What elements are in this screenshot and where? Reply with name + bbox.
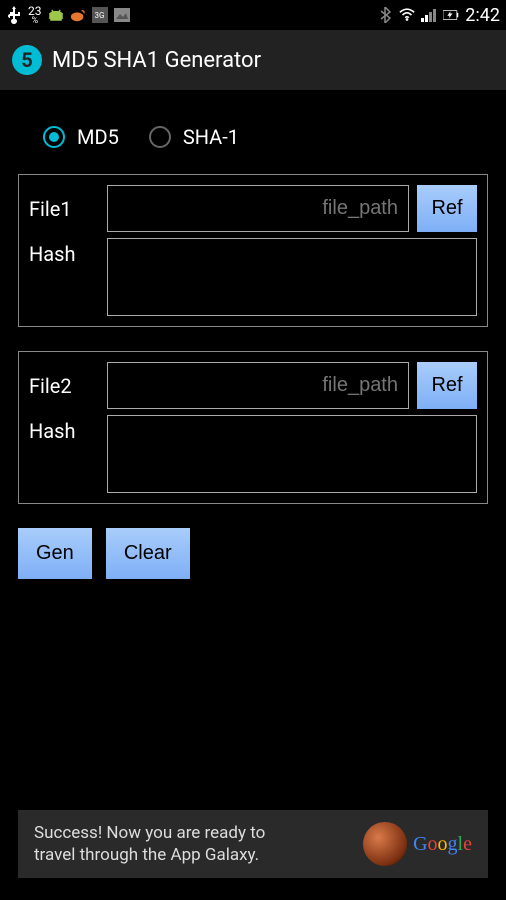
ad-brand: Google [363, 822, 472, 866]
network-type-icon: 3G [92, 7, 108, 23]
radio-sha1-label: SHA-1 [183, 125, 239, 149]
ad-text: Success! Now you are ready to travel thr… [34, 822, 363, 866]
file2-ref-button[interactable]: Ref [417, 362, 477, 409]
file1-label: File1 [29, 185, 99, 232]
file2-label: File2 [29, 362, 99, 409]
ad-line2: travel through the App Galaxy. [34, 844, 363, 866]
radio-circle-icon [149, 126, 171, 148]
file2-hash-output [107, 415, 477, 493]
ad-banner[interactable]: Success! Now you are ready to travel thr… [18, 810, 488, 878]
file1-hash-label: Hash [29, 238, 99, 266]
status-right: 2:42 [377, 5, 500, 26]
file1-panel: File1 Ref Hash [18, 174, 488, 327]
main-content: MD5 SHA-1 File1 Ref Hash File2 Ref Hash … [0, 90, 506, 599]
status-bar: 23 % 3G 2:42 [0, 0, 506, 30]
ad-line1: Success! Now you are ready to [34, 822, 363, 844]
status-left: 23 % 3G [6, 5, 130, 26]
android-icon [48, 7, 64, 23]
clear-button[interactable]: Clear [106, 528, 190, 579]
weibo-icon [70, 7, 86, 23]
wifi-icon [399, 7, 415, 23]
planet-icon [363, 822, 407, 866]
radio-md5[interactable]: MD5 [43, 125, 119, 149]
google-logo: Google [413, 831, 472, 857]
gen-button[interactable]: Gen [18, 528, 92, 579]
picture-icon [114, 7, 130, 23]
file2-panel: File2 Ref Hash [18, 351, 488, 504]
file1-ref-button[interactable]: Ref [417, 185, 477, 232]
radio-md5-label: MD5 [77, 125, 119, 149]
clock: 2:42 [465, 5, 500, 26]
bluetooth-icon [377, 7, 393, 23]
battery-percent: 23 [28, 5, 42, 17]
action-buttons: Gen Clear [18, 528, 488, 579]
usb-icon [6, 7, 22, 23]
app-title: MD5 SHA1 Generator [52, 48, 261, 73]
app-icon: 5 [12, 45, 42, 75]
file2-path-input[interactable] [107, 362, 409, 409]
file2-hash-label: Hash [29, 415, 99, 443]
algorithm-radio-group: MD5 SHA-1 [43, 125, 488, 149]
file1-hash-output [107, 238, 477, 316]
battery-indicator: 23 % [28, 5, 42, 26]
signal-icon [421, 7, 437, 23]
radio-circle-icon [43, 126, 65, 148]
battery-icon [443, 7, 459, 23]
radio-sha1[interactable]: SHA-1 [149, 125, 239, 149]
app-bar: 5 MD5 SHA1 Generator [0, 30, 506, 90]
file1-path-input[interactable] [107, 185, 409, 232]
